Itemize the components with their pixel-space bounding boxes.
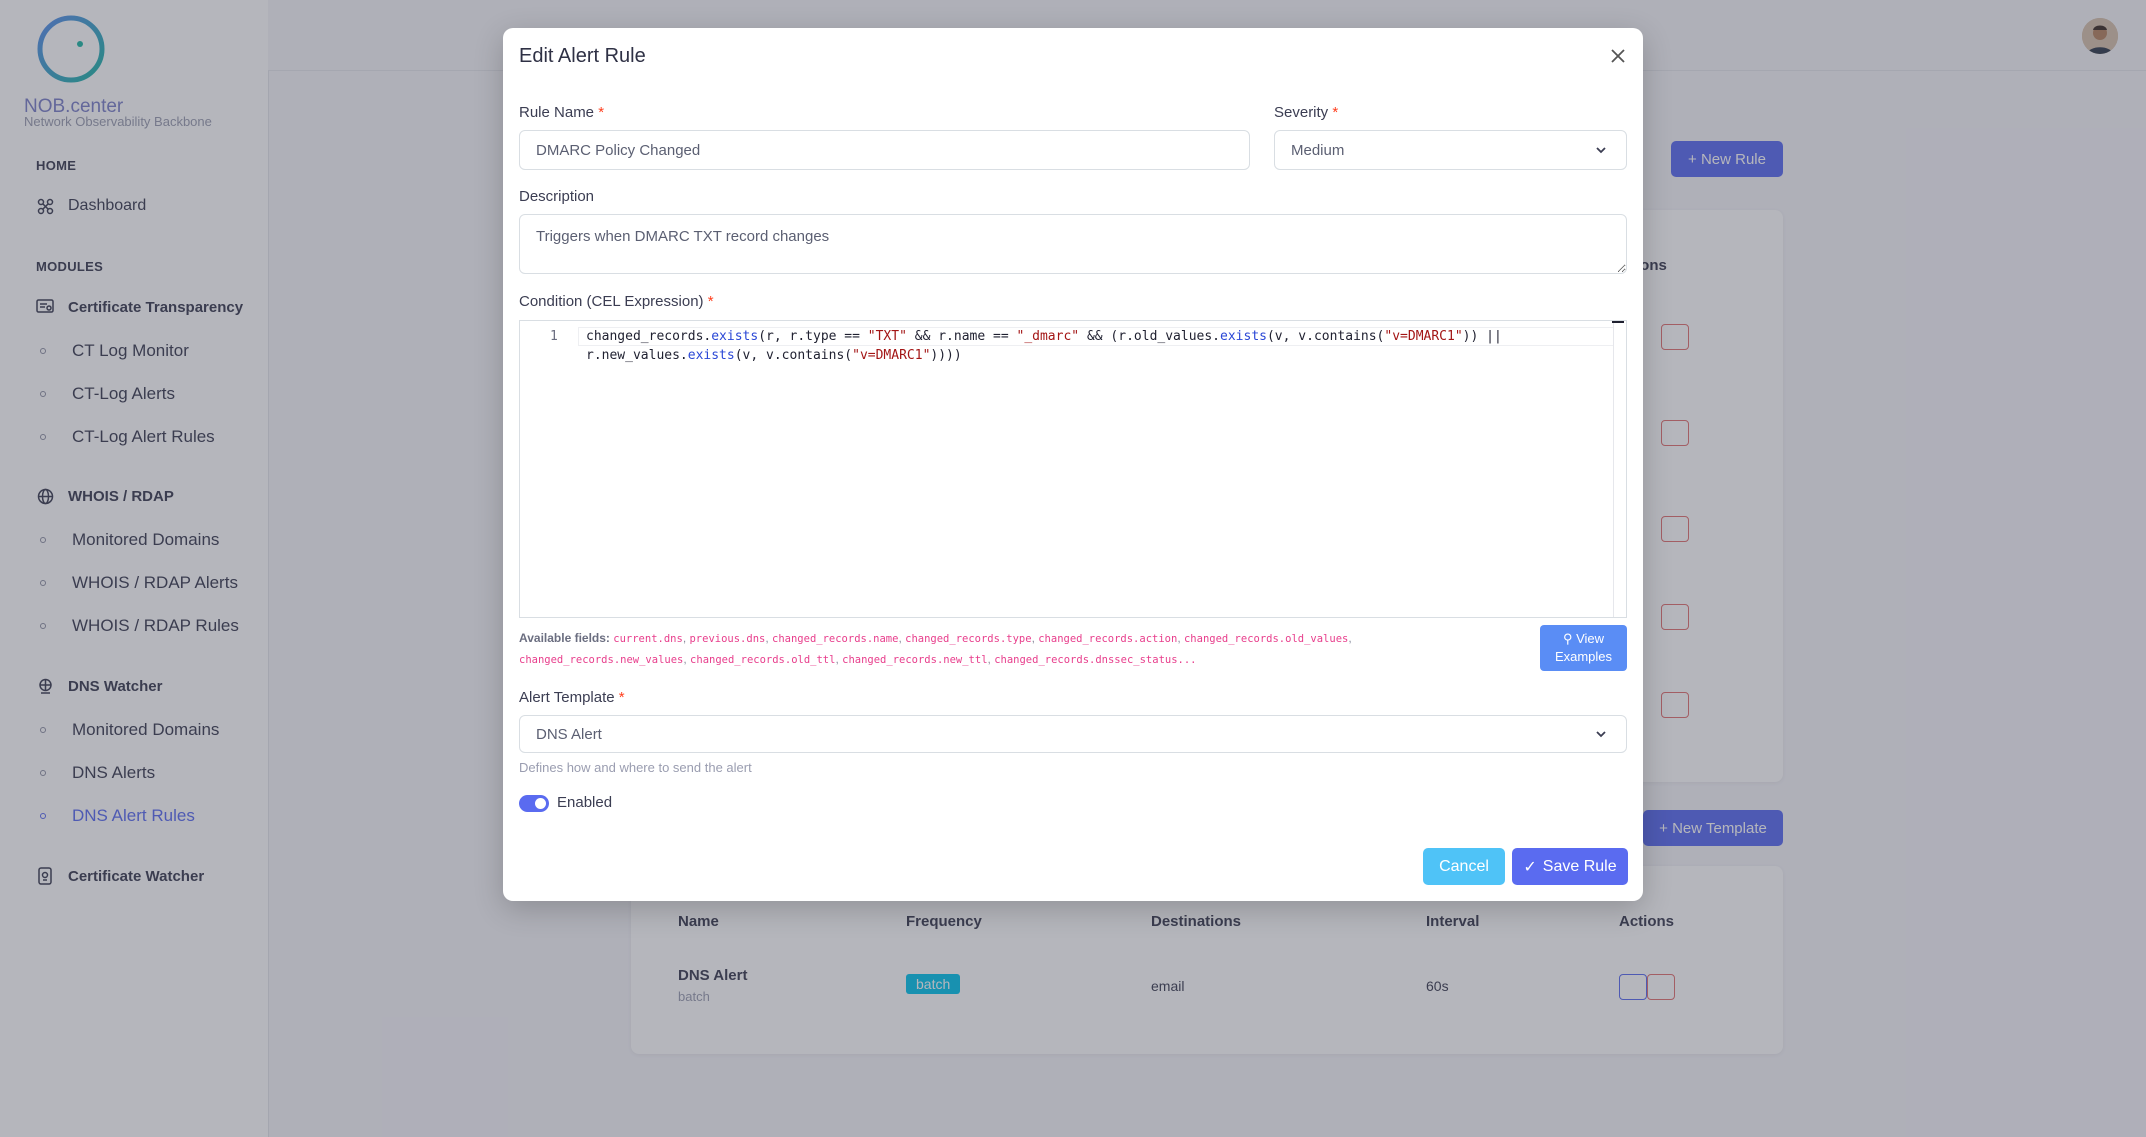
enabled-label: Enabled bbox=[557, 794, 613, 811]
rule-name-input[interactable] bbox=[519, 130, 1250, 170]
available-field: changed_records.old_ttl bbox=[690, 654, 836, 666]
save-rule-label: Save Rule bbox=[1542, 857, 1617, 875]
available-field: changed_records.old_values bbox=[1183, 633, 1349, 645]
modal-title: Edit Alert Rule bbox=[519, 45, 646, 67]
view-examples-button[interactable]: ⚲ View Examples bbox=[1540, 625, 1627, 671]
available-field: changed_records.action bbox=[1038, 633, 1178, 645]
alert-template-select[interactable]: DNS Alert bbox=[519, 715, 1627, 753]
editor-gutter bbox=[520, 321, 578, 617]
available-field: changed_records.new_ttl bbox=[842, 654, 988, 666]
editor-scrollbar[interactable] bbox=[1613, 321, 1626, 617]
description-textarea[interactable]: Triggers when DMARC TXT record changes bbox=[519, 214, 1627, 274]
available-field: current.dns bbox=[613, 633, 683, 645]
alert-template-help: Defines how and where to send the alert bbox=[519, 760, 752, 775]
close-icon[interactable] bbox=[1607, 45, 1629, 67]
cel-expression-code[interactable]: changed_records.exists(r, r.type == "TXT… bbox=[586, 327, 1506, 365]
cel-code-editor[interactable]: 1 changed_records.exists(r, r.type == "T… bbox=[519, 320, 1627, 618]
available-field: previous.dns bbox=[689, 633, 766, 645]
available-field: changed_records.new_values bbox=[519, 654, 684, 666]
chevron-down-icon bbox=[1596, 731, 1606, 738]
edit-alert-rule-modal: Edit Alert Rule Rule Name * Severity * M… bbox=[503, 28, 1643, 901]
check-icon: ✓ bbox=[1523, 858, 1537, 876]
alert-template-value: DNS Alert bbox=[536, 725, 602, 743]
available-fields: Available fields: current.dns, previous.… bbox=[519, 628, 1499, 670]
available-field: changed_records.name bbox=[772, 633, 899, 645]
alert-template-label: Alert Template * bbox=[519, 689, 625, 706]
field-list: current.dns, previous.dns, changed_recor… bbox=[519, 631, 1352, 666]
severity-value: Medium bbox=[1291, 141, 1345, 159]
severity-select[interactable]: Medium bbox=[1274, 130, 1627, 170]
severity-label: Severity * bbox=[1274, 104, 1339, 121]
save-rule-button[interactable]: ✓ Save Rule bbox=[1512, 848, 1628, 885]
available-fields-label: Available fields: bbox=[519, 631, 610, 645]
scrollbar-thumb[interactable] bbox=[1612, 321, 1624, 323]
description-label: Description bbox=[519, 188, 595, 205]
cancel-button[interactable]: Cancel bbox=[1423, 848, 1505, 885]
available-field: ... bbox=[1177, 654, 1197, 666]
available-field: changed_records.type bbox=[905, 633, 1032, 645]
enabled-toggle[interactable] bbox=[519, 795, 549, 812]
lightbulb-icon: ⚲ bbox=[1562, 631, 1573, 646]
rule-name-label: Rule Name * bbox=[519, 104, 605, 121]
line-number: 1 bbox=[550, 329, 558, 344]
available-field: changed_records.dnssec_status bbox=[994, 654, 1178, 666]
condition-label: Condition (CEL Expression) * bbox=[519, 293, 714, 310]
chevron-down-icon bbox=[1596, 147, 1606, 154]
